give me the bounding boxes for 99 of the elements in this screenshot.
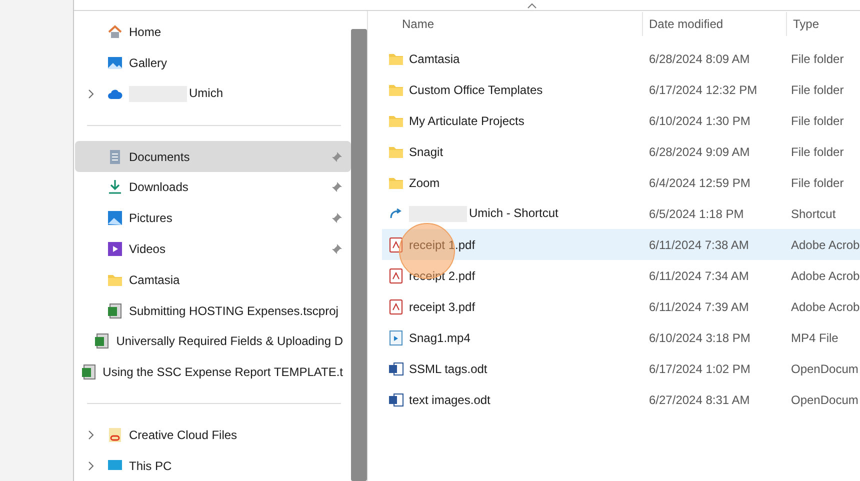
film-icon bbox=[107, 240, 123, 257]
file-row[interactable]: receipt 3.pdf 6/11/2024 7:39 AM Adobe Acrob bbox=[382, 291, 860, 322]
file-type: File folder bbox=[791, 144, 844, 158]
file-type: File folder bbox=[791, 176, 844, 190]
home-icon bbox=[107, 24, 123, 40]
file-row[interactable]: Camtasia 6/28/2024 8:09 AM File folder bbox=[382, 43, 860, 74]
pin-icon[interactable] bbox=[331, 181, 343, 194]
word-document-icon bbox=[388, 392, 404, 408]
sidebar-label: Creative Cloud Files bbox=[129, 428, 238, 442]
sidebar-item[interactable]: Creative Cloud Files bbox=[75, 419, 351, 450]
file-name: My Articulate Projects bbox=[409, 114, 524, 128]
sidebar-label: Home bbox=[129, 25, 162, 40]
chevron-icon[interactable] bbox=[87, 430, 95, 440]
file-row[interactable]: Snag1.mp4 6/10/2024 3:18 PM MP4 File bbox=[382, 322, 860, 353]
date-modified: 6/11/2024 7:34 AM bbox=[649, 268, 749, 282]
pin-icon[interactable] bbox=[331, 212, 343, 224]
sidebar-label: Pictures bbox=[129, 211, 174, 226]
sidebar-item[interactable]: Home bbox=[75, 17, 351, 48]
date-modified: 6/11/2024 7:38 AM bbox=[649, 238, 749, 252]
date-modified: 6/27/2024 8:31 AM bbox=[649, 392, 750, 406]
sidebar-item[interactable]: Gallery bbox=[75, 48, 351, 79]
sidebar-item[interactable]: Umich bbox=[75, 78, 351, 110]
file-name: Umich - Shortcut bbox=[409, 206, 558, 222]
project-file-icon bbox=[80, 364, 97, 380]
date-modified: 6/11/2024 7:39 AM bbox=[649, 300, 749, 314]
date-modified: 6/28/2024 9:09 AM bbox=[649, 144, 750, 158]
file-type: File folder bbox=[791, 82, 844, 96]
file-type: File folder bbox=[791, 52, 844, 66]
file-row[interactable]: My Articulate Projects 6/10/2024 1:30 PM File folder bbox=[382, 105, 860, 136]
scrollbar[interactable] bbox=[351, 11, 368, 481]
project-file-icon bbox=[107, 302, 123, 318]
file-row[interactable]: Umich - Shortcut 6/5/2024 1:18 PM Shortcut bbox=[382, 198, 860, 229]
date-modified: 6/10/2024 1:30 PM bbox=[649, 114, 750, 128]
sidebar-item[interactable]: Submitting HOSTING Expenses.tscproj bbox=[75, 295, 351, 326]
pin-icon[interactable] bbox=[331, 150, 343, 163]
file-type: File folder bbox=[791, 114, 844, 128]
sidebar-label: Using the SSC Expense Report TEMPLATE.t bbox=[102, 365, 343, 380]
file-name: receipt 3.pdf bbox=[409, 300, 476, 314]
sidebar-item[interactable]: Camtasia bbox=[75, 264, 351, 296]
word-document-icon bbox=[388, 360, 404, 376]
file-name: Camtasia bbox=[409, 52, 460, 66]
pin-icon[interactable] bbox=[331, 242, 343, 255]
file-row[interactable]: Zoom 6/4/2024 12:59 PM File folder bbox=[382, 167, 860, 198]
sidebar-label: Downloads bbox=[129, 180, 190, 194]
file-row[interactable]: Snagit 6/28/2024 9:09 AM File folder bbox=[382, 136, 860, 167]
video-file-icon bbox=[388, 330, 404, 346]
sidebar-label: Gallery bbox=[129, 56, 168, 70]
sidebar-label: This PC bbox=[129, 458, 173, 473]
sidebar-item[interactable]: Videos bbox=[75, 234, 351, 264]
document-icon bbox=[107, 148, 123, 165]
file-name: Zoom bbox=[409, 176, 440, 190]
date-modified: 6/17/2024 12:32 PM bbox=[649, 82, 758, 96]
file-row[interactable]: SSML tags.odt 6/17/2024 1:02 PM OpenDocum bbox=[382, 353, 860, 384]
date-modified: 6/28/2024 8:09 AM bbox=[649, 52, 750, 66]
picture-icon bbox=[107, 55, 123, 72]
date-modified: 6/5/2024 1:18 PM bbox=[649, 206, 744, 220]
creative-cloud-icon bbox=[107, 426, 123, 443]
file-type: Adobe Acrob bbox=[791, 268, 860, 282]
sidebar-item[interactable]: Using the SSC Expense Report TEMPLATE.t bbox=[75, 356, 351, 388]
sidebar-label: Documents bbox=[129, 150, 191, 164]
sidebar-item[interactable]: Documents bbox=[75, 141, 351, 172]
file-type: OpenDocum bbox=[791, 392, 858, 406]
sort-caret-icon bbox=[527, 3, 537, 9]
sidebar-label: Universally Required Fields & Uploading D bbox=[116, 334, 343, 348]
sidebar-item[interactable]: Pictures bbox=[75, 202, 351, 234]
date-modified: 6/4/2024 12:59 PM bbox=[649, 176, 750, 190]
sidebar-item[interactable]: Downloads bbox=[75, 172, 351, 203]
file-type: Shortcut bbox=[791, 206, 836, 220]
file-name: text images.odt bbox=[409, 392, 490, 406]
date-modified: 6/10/2024 3:18 PM bbox=[649, 330, 750, 344]
pdf-file-icon bbox=[388, 236, 404, 252]
file-type: MP4 File bbox=[791, 330, 838, 344]
pdf-file-icon bbox=[388, 298, 404, 314]
file-type: Adobe Acrob bbox=[791, 238, 860, 252]
column-header[interactable]: Date modified bbox=[643, 12, 787, 36]
redaction-block bbox=[409, 206, 467, 222]
file-name: SSML tags.odt bbox=[409, 362, 488, 376]
picture-icon bbox=[107, 210, 123, 226]
file-name: Snag1.mp4 bbox=[409, 330, 470, 344]
file-row[interactable]: text images.odt 6/27/2024 8:31 AM OpenDocum bbox=[382, 384, 860, 415]
sidebar-label: Submitting HOSTING Expenses.tscproj bbox=[129, 304, 340, 318]
pdf-file-icon bbox=[388, 268, 404, 284]
date-modified: 6/17/2024 1:02 PM bbox=[649, 362, 750, 376]
file-row[interactable]: Custom Office Templates 6/17/2024 12:32 PM File folder bbox=[382, 74, 860, 105]
project-file-icon bbox=[94, 333, 110, 350]
sidebar-label: Videos bbox=[129, 242, 166, 256]
download-icon bbox=[107, 179, 123, 196]
file-type: Adobe Acrob bbox=[791, 300, 860, 314]
column-header[interactable]: Type bbox=[787, 12, 860, 36]
chevron-icon[interactable] bbox=[87, 460, 95, 471]
column-header[interactable]: Name bbox=[382, 12, 643, 36]
chevron-icon[interactable] bbox=[87, 88, 95, 99]
file-name: Snagit bbox=[409, 144, 444, 158]
sidebar-label: Camtasia bbox=[129, 272, 181, 287]
sidebar-item[interactable]: This PC bbox=[75, 450, 351, 481]
sidebar-label: Umich bbox=[129, 86, 343, 102]
file-type: OpenDocum bbox=[791, 362, 858, 376]
sidebar-item[interactable]: Universally Required Fields & Uploading D bbox=[75, 326, 351, 357]
file-name: Custom Office Templates bbox=[409, 82, 543, 96]
